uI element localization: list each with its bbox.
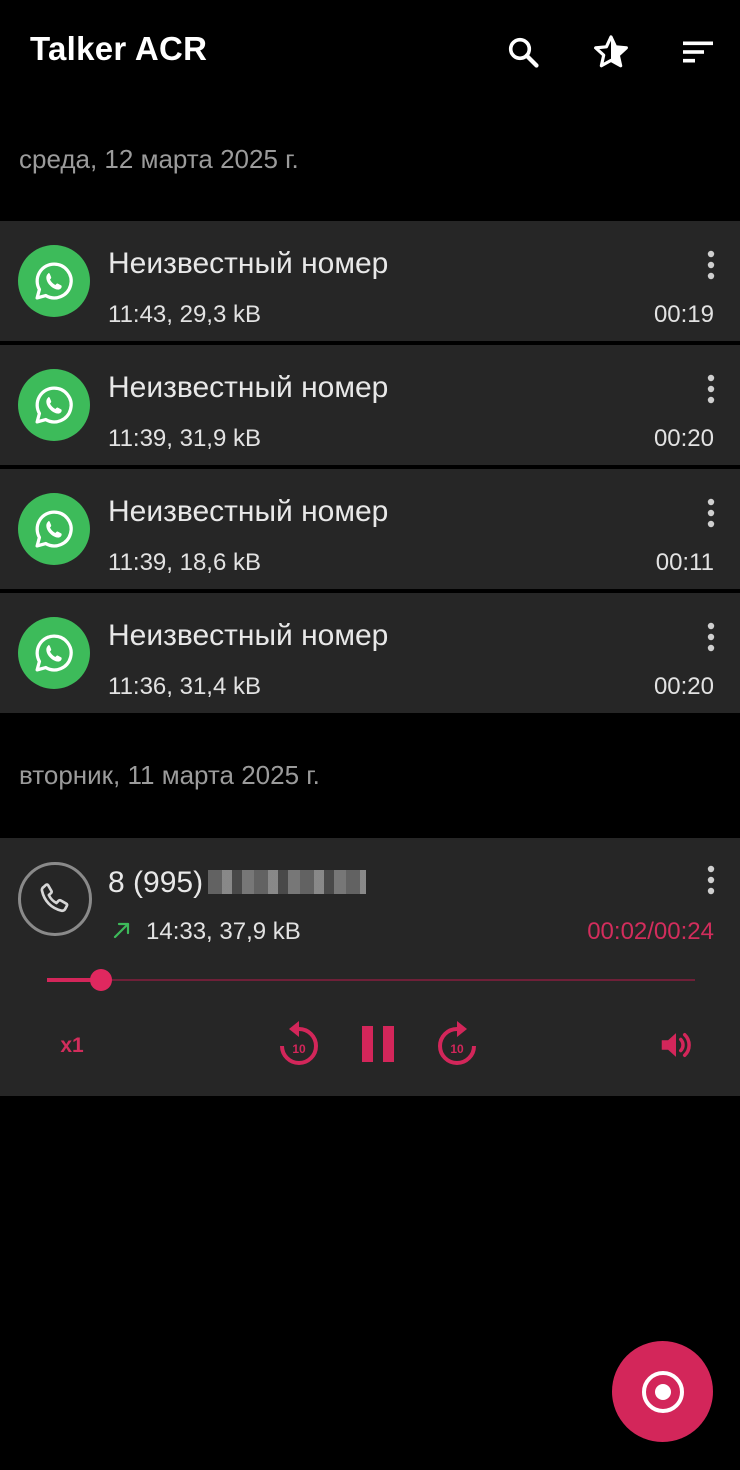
phone-icon [18, 862, 92, 936]
recording-row[interactable]: Неизвестный номер 11:39, 31,9 kB 00:20 [0, 345, 740, 465]
more-vert-icon [707, 374, 715, 404]
volume-button[interactable] [653, 1024, 699, 1066]
rewind-label: 10 [292, 1042, 306, 1056]
more-options-button[interactable] [696, 862, 726, 898]
seek-track[interactable] [47, 979, 695, 981]
recording-duration: 00:20 [653, 425, 714, 452]
recording-meta: 11:43, 29,3 kB [108, 301, 261, 328]
more-options-button[interactable] [696, 371, 726, 407]
forward-label: 10 [450, 1042, 464, 1056]
recording-row[interactable]: Неизвестный номер 11:39, 18,6 kB 00:11 [0, 469, 740, 589]
rewind-10-icon: 10 [280, 1021, 318, 1065]
contact-name: Неизвестный номер [108, 495, 389, 528]
contact-number: 8 (995) [108, 866, 204, 899]
record-icon [641, 1370, 684, 1413]
more-options-button[interactable] [696, 495, 726, 531]
more-options-button[interactable] [696, 247, 726, 283]
pause-icon [362, 1026, 394, 1062]
more-vert-icon [707, 622, 715, 652]
playback-speed-button[interactable]: x1 [50, 1030, 94, 1062]
recording-player[interactable]: 8 (995) 14:33, 37,9 kB 00:02/00:24 x1 10… [0, 838, 740, 1096]
forward-10-icon: 10 [438, 1021, 476, 1065]
recording-meta: 11:36, 31,4 kB [108, 673, 261, 700]
outgoing-arrow-icon [110, 918, 134, 947]
more-vert-icon [707, 865, 715, 895]
contact-name: Неизвестный номер [108, 371, 389, 404]
recording-meta: 14:33, 37,9 kB [146, 918, 301, 945]
recording-duration: 00:11 [655, 549, 714, 576]
whatsapp-icon [18, 245, 90, 317]
contact-name: Неизвестный номер [108, 619, 389, 652]
search-icon [508, 37, 539, 68]
favorites-button[interactable] [587, 28, 635, 76]
star-icon [594, 35, 628, 68]
more-vert-icon [707, 498, 715, 528]
sort-button[interactable] [674, 28, 722, 76]
recording-duration: 00:20 [653, 673, 714, 700]
recording-row[interactable]: Неизвестный номер 11:36, 31,4 kB 00:20 [0, 593, 740, 713]
search-button[interactable] [499, 28, 547, 76]
rewind-10-button[interactable]: 10 [276, 1018, 322, 1070]
recording-row[interactable]: Неизвестный номер 11:43, 29,3 kB 00:19 [0, 221, 740, 341]
playback-time: 00:02/00:24 [587, 918, 714, 945]
forward-10-button[interactable]: 10 [434, 1018, 480, 1070]
date-header: вторник, 11 марта 2025 г. [19, 760, 320, 790]
seek-thumb[interactable] [89, 969, 112, 991]
app-title: Talker ACR [30, 30, 208, 67]
whatsapp-icon [18, 493, 90, 565]
app-bar: Talker ACR [0, 0, 740, 104]
more-options-button[interactable] [696, 619, 726, 655]
volume-icon [661, 1032, 691, 1058]
pause-button[interactable] [358, 1022, 398, 1066]
date-header: среда, 12 марта 2025 г. [19, 144, 299, 174]
recording-meta: 11:39, 31,9 kB [108, 425, 261, 452]
whatsapp-icon [18, 617, 90, 689]
record-button[interactable] [612, 1341, 713, 1442]
recording-meta: 11:39, 18,6 kB [108, 549, 261, 576]
sort-icon [683, 41, 713, 63]
contact-name: Неизвестный номер [108, 247, 389, 280]
redacted-number [208, 870, 366, 894]
more-vert-icon [707, 250, 715, 280]
recording-duration: 00:19 [653, 301, 714, 328]
whatsapp-icon [18, 369, 90, 441]
